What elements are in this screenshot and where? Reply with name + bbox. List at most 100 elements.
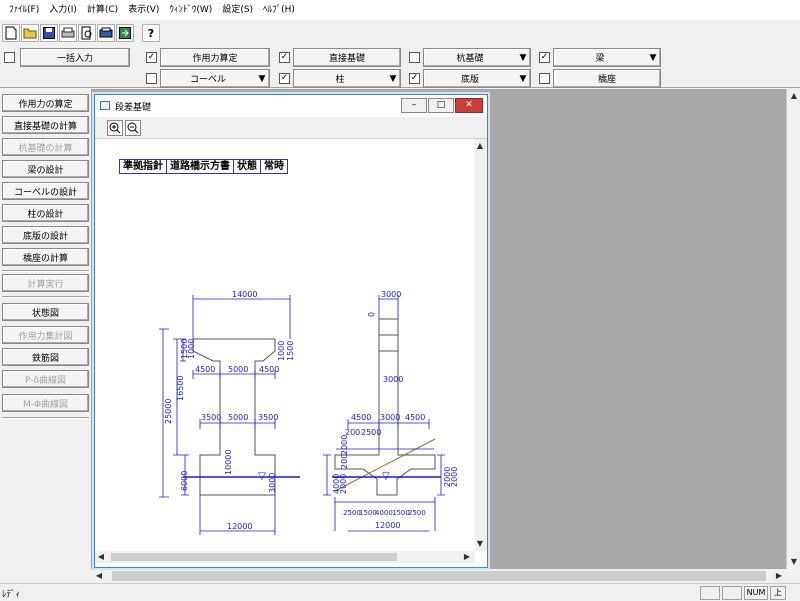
menu-file[interactable]: ﾌｧｲﾙ(F) [4, 0, 44, 20]
slope-line [334, 438, 436, 492]
dim-front-upper-span-3: 4500 [259, 365, 279, 374]
scroll-up-icon[interactable]: ▲ [474, 139, 486, 153]
scroll-right-icon[interactable]: ▶ [461, 550, 473, 564]
dim-front-lower-span-3: 3500 [258, 413, 278, 422]
scroll-right-icon[interactable]: ▶ [772, 569, 786, 583]
minimize-button[interactable]: – [401, 98, 427, 113]
dim-front-col-height: 16500 [176, 376, 185, 401]
scroll-down-icon[interactable]: ▼ [787, 555, 800, 569]
menu-settings[interactable]: 設定(S) [217, 0, 258, 20]
cmd-force-summary[interactable]: 作用力集計図 [2, 326, 89, 344]
save-icon[interactable] [40, 24, 58, 42]
corbel-dropdown[interactable]: コーベル ▼ [160, 69, 270, 88]
dim-front-footing-depth: 10000 [224, 450, 233, 475]
dim-front-base-inner: 3000 [268, 473, 277, 493]
water-level-symbol-side: ▽ [382, 471, 390, 482]
main-horizontal-scrollbar[interactable]: ◀ ▶ [92, 569, 786, 583]
menu-window[interactable]: ｳｨﾝﾄﾞｳ(W) [164, 0, 217, 20]
dim-side-base-width: 12000 [375, 521, 400, 530]
cmd-run-calculation[interactable]: 計算実行 [2, 274, 89, 292]
maximize-button[interactable]: □ [428, 98, 454, 113]
zoom-in-icon[interactable] [107, 120, 123, 136]
scrollbar-thumb[interactable] [111, 553, 397, 561]
dim-side-b2: 2000 [340, 435, 349, 455]
drawing-window: 段差基礎 – □ ✕ 準拠指針 道路橋示方書 状態 常時 14000 4500 … [94, 94, 488, 568]
checkbox-corbel[interactable] [146, 73, 157, 84]
cmd-beam-design[interactable]: 梁の設計 [2, 160, 89, 178]
bulk-input-checkbox[interactable] [4, 52, 15, 63]
beam-dropdown[interactable]: 梁 ▼ [553, 48, 661, 67]
canvas-horizontal-scrollbar[interactable]: ◀ ▶ [95, 551, 475, 563]
scroll-down-icon[interactable]: ▼ [474, 537, 486, 551]
checkbox-beam[interactable]: ✓ [539, 52, 550, 63]
checkbox-direct-foundation[interactable]: ✓ [279, 52, 290, 63]
separator [2, 296, 89, 298]
cmd-corbel-design[interactable]: コーベルの設計 [2, 182, 89, 200]
checkbox-base-slab[interactable]: ✓ [409, 73, 420, 84]
dim-side-top-small: 0 [367, 312, 376, 317]
dim-side-bottom-5: 2500 [408, 509, 426, 517]
dim-side-top-width: 3000 [381, 290, 401, 299]
dropdown-arrow-icon: ▼ [519, 73, 527, 84]
menu-help[interactable]: ﾍﾙﾌﾟ(H) [258, 0, 300, 20]
dim-side-span-2: 3000 [380, 413, 400, 422]
cmd-m-phi-curve[interactable]: M-Φ曲線図 [2, 394, 89, 412]
dim-front-upper-span-1: 4500 [195, 365, 215, 374]
cmd-bridge-seat[interactable]: 橋座の計算 [2, 248, 89, 266]
checkbox-action-force[interactable]: ✓ [146, 52, 157, 63]
pile-foundation-dropdown[interactable]: 杭基礎 ▼ [423, 48, 531, 67]
zoom-out-icon[interactable] [125, 120, 141, 136]
dim-front-top-width: 14000 [232, 290, 257, 299]
window-toolbar [95, 117, 487, 139]
dim-side-span-1: 4500 [351, 413, 371, 422]
dim-side-mid-height: 3000 [383, 375, 403, 384]
bridge-seat-button[interactable]: 橋座 [553, 69, 661, 88]
checkbox-bridge-seat[interactable] [539, 73, 550, 84]
command-panel: 作用力の算定 直接基礎の計算 杭基礎の計算 梁の設計 コーベルの設計 柱の設計 … [0, 89, 92, 569]
scroll-up-icon[interactable]: ▲ [787, 89, 800, 103]
canvas-vertical-scrollbar[interactable]: ▲ ▼ [475, 139, 487, 551]
dim-side-right-height-2: 2000 [450, 467, 459, 487]
cmd-action-force[interactable]: 作用力の算定 [2, 94, 89, 112]
help-icon[interactable]: ? [142, 24, 160, 42]
menu-calc[interactable]: 計算(C) [82, 0, 123, 20]
menu-bar: ﾌｧｲﾙ(F) 入力(I) 計算(C) 表示(V) ｳｨﾝﾄﾞｳ(W) 設定(S… [0, 0, 800, 20]
main-vertical-scrollbar[interactable]: ▲ ▼ [786, 89, 800, 569]
scrollbar-thumb[interactable] [112, 571, 766, 581]
dropdown-arrow-icon: ▼ [649, 52, 657, 63]
scroll-corner [786, 569, 800, 583]
open-folder-icon[interactable] [21, 24, 39, 42]
printer-setup-icon[interactable] [97, 24, 115, 42]
checkbox-pile-foundation[interactable] [409, 52, 420, 63]
base-slab-dropdown[interactable]: 底版 ▼ [423, 69, 531, 88]
export-icon[interactable] [116, 24, 134, 42]
cmd-column-design[interactable]: 柱の設計 [2, 204, 89, 222]
dim-front-lower-span-1: 3500 [201, 413, 221, 422]
action-force-button[interactable]: 作用力算定 [160, 48, 270, 67]
bulk-input-button[interactable]: 一括入力 [20, 48, 130, 67]
separator [2, 417, 89, 419]
menu-input[interactable]: 入力(I) [44, 0, 82, 20]
print-icon[interactable] [59, 24, 77, 42]
cmd-p-delta-curve[interactable]: P-δ曲線図 [2, 370, 89, 388]
separator [2, 270, 89, 272]
num-lock-indicator: NUM [744, 586, 768, 600]
drawing-canvas[interactable]: 準拠指針 道路橋示方書 状態 常時 14000 4500 5000 4500 3… [95, 139, 475, 551]
window-titlebar[interactable]: 段差基礎 – □ ✕ [95, 95, 487, 117]
cmd-direct-foundation[interactable]: 直接基礎の計算 [2, 116, 89, 134]
cmd-pile-foundation[interactable]: 杭基礎の計算 [2, 138, 89, 156]
cmd-rebar-diagram[interactable]: 鉄筋図 [2, 348, 89, 366]
scroll-left-icon[interactable]: ◀ [95, 550, 107, 564]
column-dropdown[interactable]: 柱 ▼ [293, 69, 401, 88]
foundation-drawing: 14000 4500 5000 4500 3500 5000 3500 1200… [159, 290, 459, 535]
cmd-base-slab-design[interactable]: 底版の設計 [2, 226, 89, 244]
menu-view[interactable]: 表示(V) [123, 0, 164, 20]
cmd-state-diagram[interactable]: 状態図 [2, 303, 89, 321]
status-pane [722, 586, 742, 600]
scroll-left-icon[interactable]: ◀ [92, 569, 106, 583]
direct-foundation-button[interactable]: 直接基礎 [293, 48, 401, 67]
checkbox-column[interactable]: ✓ [279, 73, 290, 84]
print-preview-icon[interactable] [78, 24, 96, 42]
close-button[interactable]: ✕ [455, 98, 483, 113]
new-file-icon[interactable] [2, 24, 20, 42]
